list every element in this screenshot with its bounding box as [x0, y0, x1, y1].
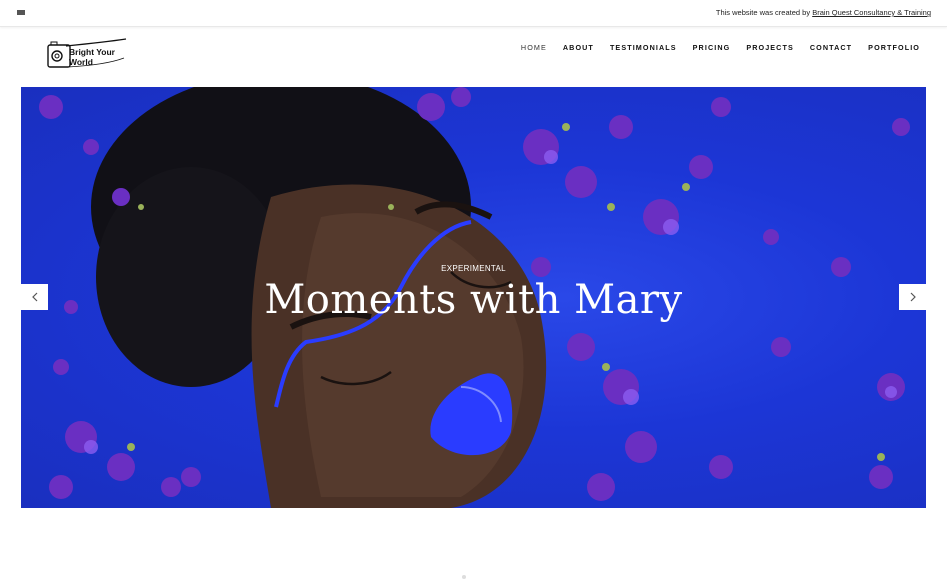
- brand-name-line1: Bright Your: [69, 47, 115, 57]
- slide-category: EXPERIMENTAL: [441, 264, 506, 273]
- nav-testimonials[interactable]: TESTIMONIALS: [610, 43, 677, 52]
- slider-next-button[interactable]: [899, 284, 926, 310]
- hero-slider: EXPERIMENTAL Moments with Mary: [21, 87, 926, 508]
- builder-logo-icon: [17, 10, 25, 15]
- site-builder-banner: This website was created by Brain Quest …: [0, 0, 947, 27]
- main-nav: HOME ABOUT TESTIMONIALS PRICING PROJECTS…: [521, 43, 920, 52]
- nav-portfolio[interactable]: PORTFOLIO: [868, 43, 920, 52]
- credit-prefix: This website was created by: [715, 8, 811, 17]
- slide-title: Moments with Mary: [264, 277, 683, 323]
- credit-link[interactable]: Brain Quest Consultancy & Training: [812, 8, 931, 17]
- nav-pricing[interactable]: PRICING: [693, 43, 731, 52]
- brand-logo[interactable]: Bright Your World: [46, 38, 130, 70]
- chevron-right-icon: [910, 292, 916, 302]
- nav-projects[interactable]: PROJECTS: [746, 43, 794, 52]
- credit-text: This website was created by Brain Quest …: [716, 8, 931, 17]
- scroll-indicator: [462, 575, 466, 579]
- nav-home[interactable]: HOME: [521, 43, 547, 52]
- nav-about[interactable]: ABOUT: [563, 43, 594, 52]
- brand-name-line2: World: [69, 57, 93, 67]
- chevron-left-icon: [31, 292, 37, 302]
- slider-prev-button[interactable]: [21, 284, 48, 310]
- nav-contact[interactable]: CONTACT: [810, 43, 852, 52]
